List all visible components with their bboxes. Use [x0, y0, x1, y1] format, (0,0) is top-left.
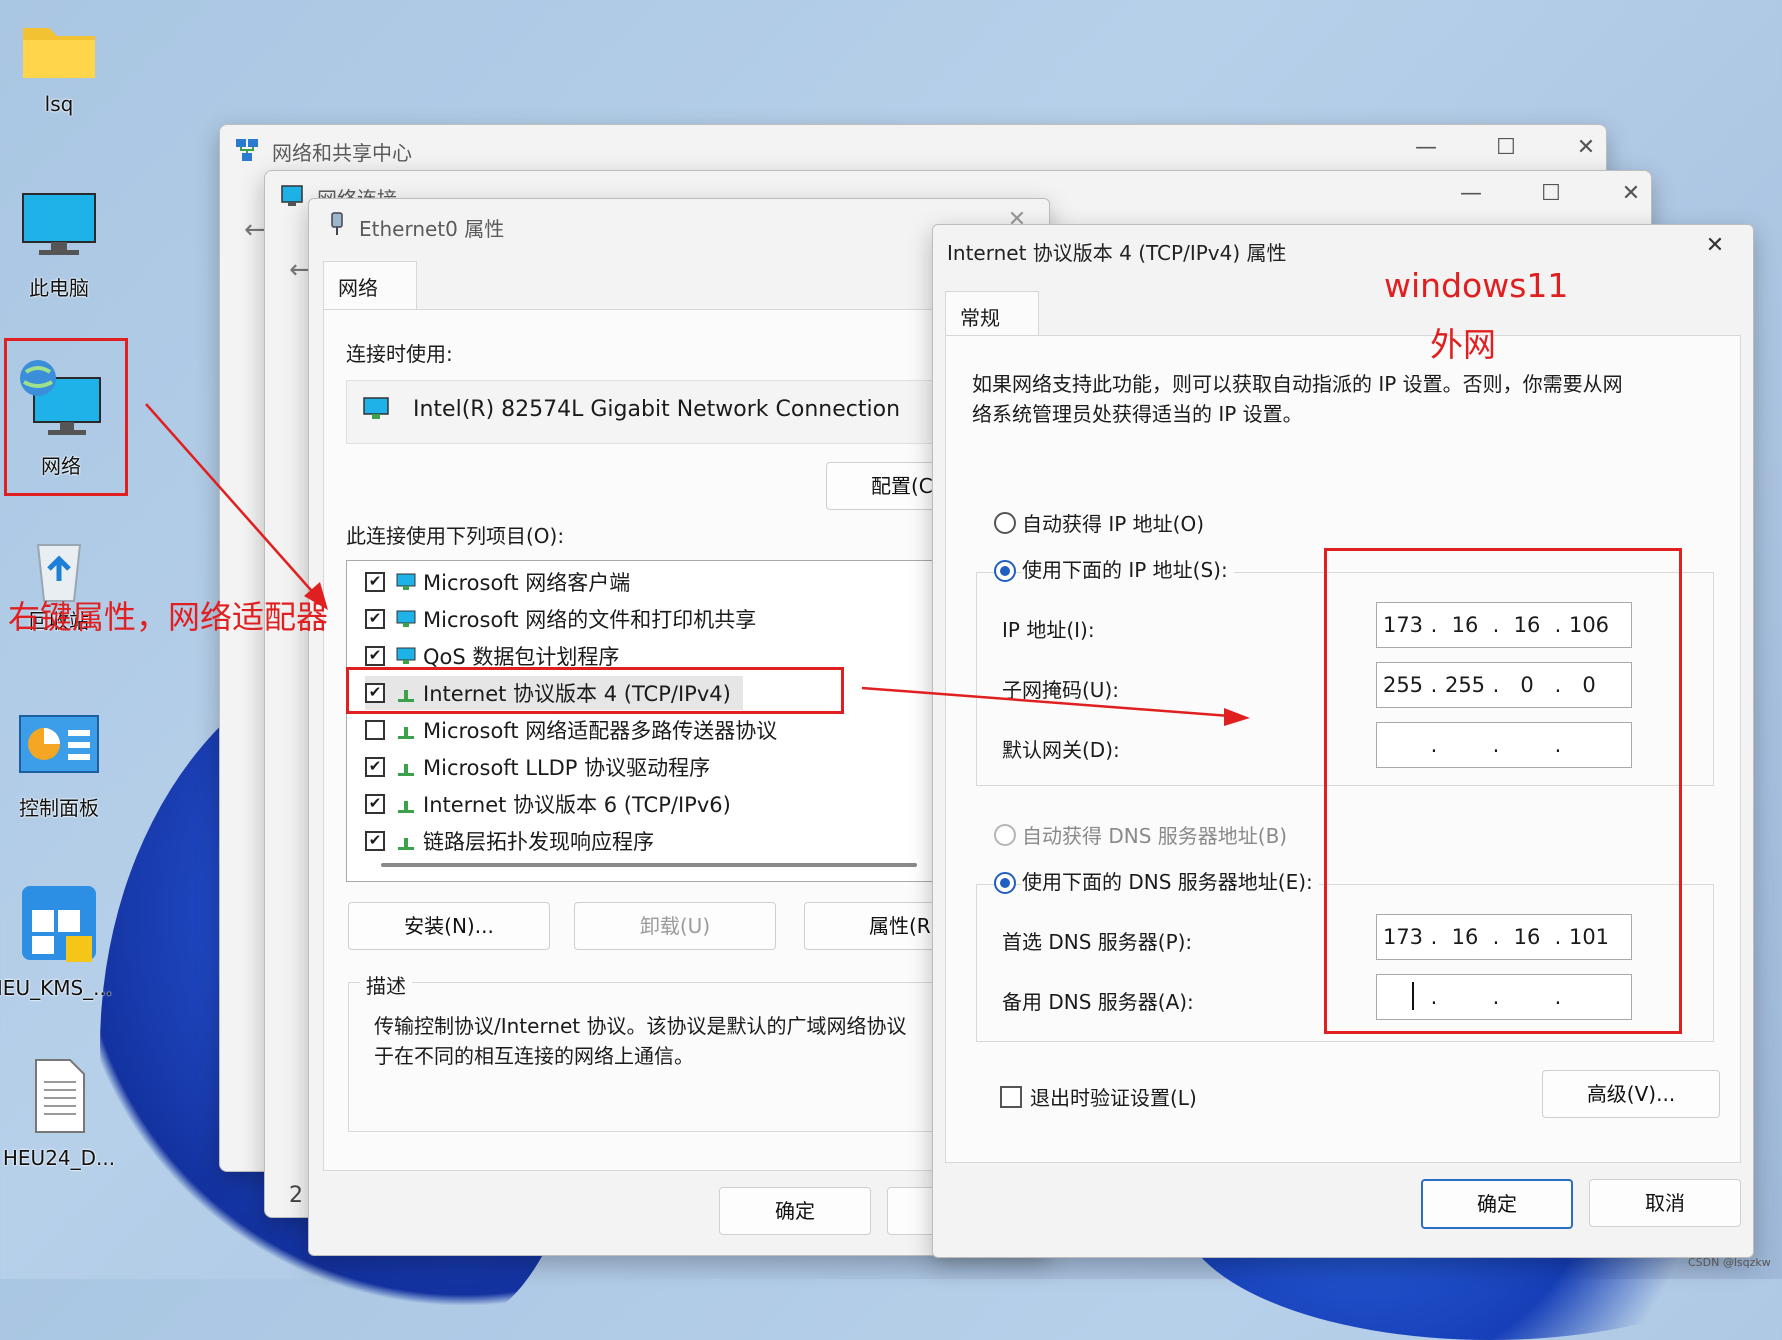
watermark: CSDN @lsqzkw: [1688, 1256, 1771, 1269]
annotation-arrows: [145, 403, 1250, 726]
annotation-arrow: [861, 686, 1231, 718]
arrow-head-icon: [1224, 708, 1250, 726]
annotation-arrow: [145, 403, 319, 599]
